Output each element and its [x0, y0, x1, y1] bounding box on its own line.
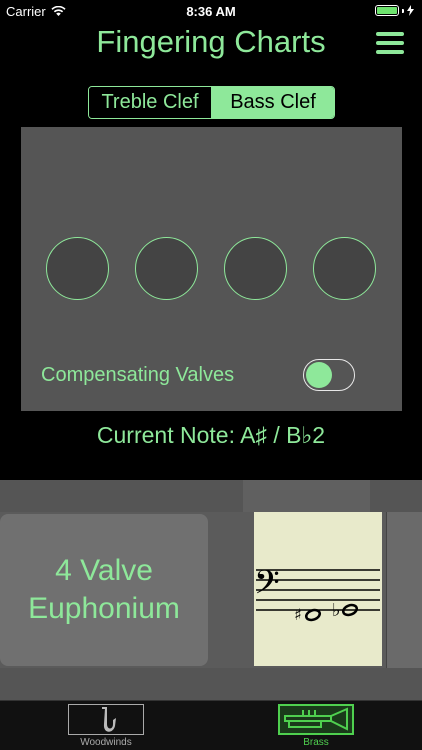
flat-icon: ♭: [332, 600, 341, 621]
bass-clef-staff: 𝄢 ♯ ♭: [254, 564, 380, 624]
valve-2-button[interactable]: [135, 237, 198, 300]
clef-segmented-control: Treble Clef Bass Clef: [88, 86, 335, 119]
navigation-bar: Fingering Charts: [0, 22, 422, 66]
next-instrument-card[interactable]: [386, 512, 422, 668]
valve-4-button[interactable]: [313, 237, 376, 300]
picker-top-tab: [243, 480, 370, 512]
instrument-name-line1: 4 Valve: [55, 554, 153, 587]
tab-woodwinds-label: Woodwinds: [80, 737, 132, 748]
charging-bolt-icon: [407, 5, 414, 16]
bass-clef-icon: 𝄢: [254, 564, 280, 610]
segment-treble-clef[interactable]: Treble Clef: [89, 87, 212, 118]
trumpet-icon: [284, 706, 348, 731]
saxophone-icon: [102, 706, 116, 732]
tab-brass-label: Brass: [303, 737, 329, 748]
note-staff-card[interactable]: 𝄢 ♯ ♭: [254, 512, 382, 666]
instrument-card[interactable]: 4 Valve Euphonium: [0, 514, 208, 666]
status-bar: Carrier 8:36 AM: [0, 0, 422, 22]
tab-bar: Woodwinds Brass: [0, 700, 422, 750]
segment-bass-clef[interactable]: Bass Clef: [212, 87, 334, 118]
toggle-knob: [306, 362, 332, 388]
hamburger-icon: [376, 32, 404, 36]
compensating-valves-label: Compensating Valves: [41, 364, 235, 386]
instrument-picker: 4 Valve Euphonium 𝄢 ♯ ♭: [0, 480, 422, 700]
valve-panel: Compensating Valves: [21, 127, 402, 411]
valve-1-button[interactable]: [46, 237, 109, 300]
sharp-icon: ♯: [294, 605, 302, 624]
tab-woodwinds[interactable]: Woodwinds: [66, 704, 146, 748]
valve-3-button[interactable]: [224, 237, 287, 300]
battery-icon: [375, 5, 414, 16]
instrument-name-line2: Euphonium: [28, 592, 180, 625]
status-time: 8:36 AM: [186, 4, 236, 19]
compensating-valves-toggle[interactable]: [303, 359, 355, 391]
current-note-label: Current Note: A♯ / B♭2: [96, 422, 326, 448]
menu-button[interactable]: [376, 32, 404, 54]
tab-brass[interactable]: Brass: [276, 704, 356, 748]
page-title: Fingering Charts: [96, 24, 326, 59]
